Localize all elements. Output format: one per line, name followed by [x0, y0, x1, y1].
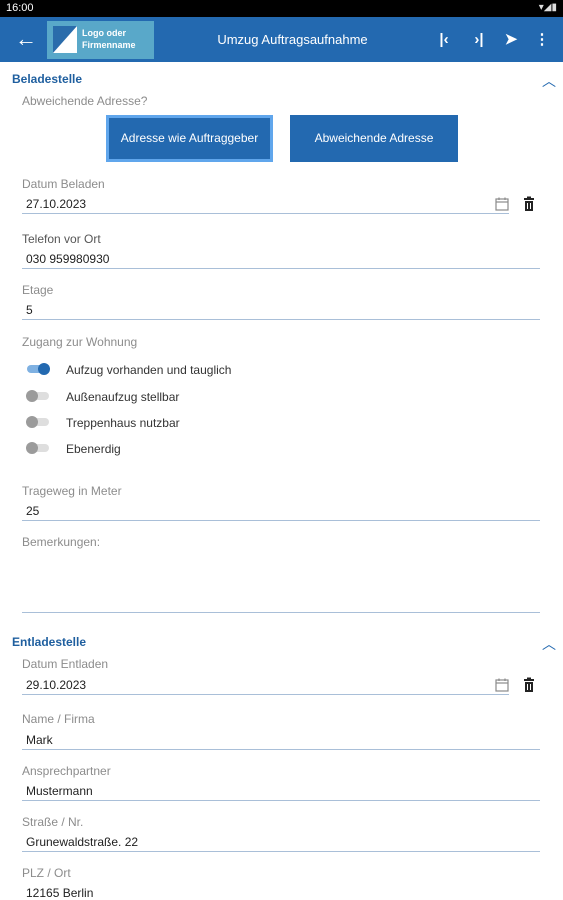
trash-icon[interactable] — [521, 677, 537, 693]
toggle-aufzug[interactable] — [26, 363, 50, 375]
ansprechpartner-underline — [22, 800, 540, 801]
more-menu-button[interactable]: ⋮ — [529, 26, 555, 54]
address-as-client-button[interactable]: Adresse wie Auftraggeber — [106, 115, 273, 162]
calendar-icon[interactable] — [494, 677, 510, 693]
datum-beladen-field[interactable]: 27.10.2023 — [26, 197, 86, 211]
first-record-button[interactable]: |‹ — [431, 26, 457, 54]
calendar-icon[interactable] — [494, 196, 510, 212]
trash-icon[interactable] — [521, 196, 537, 212]
datum-entladen-underline — [22, 694, 509, 695]
plz-ort-label: PLZ / Ort — [22, 866, 71, 880]
etage-label: Etage — [22, 283, 54, 297]
company-logo: Logo oder Firmenname — [47, 21, 154, 59]
last-icon: ›| — [474, 31, 484, 48]
trageweg-label: Trageweg in Meter — [22, 484, 122, 498]
bemerkungen-label: Bemerkungen: — [22, 535, 101, 549]
last-record-button[interactable]: ›| — [466, 26, 492, 54]
abweichende-adresse-label: Abweichende Adresse? — [22, 94, 148, 108]
strasse-underline — [22, 851, 540, 852]
app-bar: ← Logo oder Firmenname Umzug Auftragsauf… — [0, 17, 563, 62]
ansprechpartner-label: Ansprechpartner — [22, 764, 111, 778]
datum-entladen-field[interactable]: 29.10.2023 — [26, 678, 86, 692]
status-icons: ▾◢▮ — [538, 2, 557, 13]
telefon-underline — [22, 268, 540, 269]
datum-beladen-label: Datum Beladen — [22, 177, 105, 191]
telefon-label: Telefon vor Ort — [22, 232, 101, 246]
toggle-ebenerdig[interactable] — [26, 442, 50, 454]
status-bar: 16:00 ▾◢▮ — [0, 0, 563, 17]
send-icon: ➤ — [504, 31, 518, 48]
trageweg-field[interactable]: 25 — [26, 504, 39, 518]
strasse-label: Straße / Nr. — [22, 815, 84, 829]
toggle-ebenerdig-label: Ebenerdig — [66, 442, 121, 456]
datum-entladen-label: Datum Entladen — [22, 657, 109, 671]
telefon-field[interactable]: 030 959980930 — [26, 252, 109, 266]
logo-mark-icon — [53, 26, 77, 53]
plz-ort-field[interactable]: 12165 Berlin — [26, 886, 93, 900]
different-address-button[interactable]: Abweichende Adresse — [290, 115, 458, 162]
arrow-left-icon: ← — [15, 26, 37, 51]
toggle-aussenaufzug-label: Außenaufzug stellbar — [66, 390, 180, 404]
app-title: Umzug Auftragsaufnahme — [217, 32, 368, 47]
chevron-up-icon[interactable]: ︿ — [539, 634, 559, 652]
back-button[interactable]: ← — [12, 26, 40, 54]
toggle-treppenhaus-label: Treppenhaus nutzbar — [66, 416, 180, 430]
datum-beladen-underline — [22, 213, 509, 214]
first-icon: |‹ — [439, 31, 449, 48]
etage-field[interactable]: 5 — [26, 303, 33, 317]
chevron-up-icon[interactable]: ︿ — [539, 71, 559, 89]
logo-text: Logo oder Firmenname — [82, 28, 136, 50]
section-title-beladestelle: Beladestelle — [12, 72, 83, 86]
section-title-entladestelle: Entladestelle — [12, 635, 87, 649]
name-firma-field[interactable]: Mark — [26, 733, 53, 747]
toggle-aufzug-label: Aufzug vorhanden und tauglich — [66, 363, 232, 377]
bemerkungen-underline — [22, 612, 540, 613]
toggle-aussenaufzug[interactable] — [26, 390, 50, 402]
ansprechpartner-field[interactable]: Mustermann — [26, 784, 93, 798]
toggle-treppenhaus[interactable] — [26, 416, 50, 428]
name-firma-underline — [22, 749, 540, 750]
send-button[interactable]: ➤ — [498, 26, 524, 54]
zugang-label: Zugang zur Wohnung — [22, 335, 138, 349]
name-firma-label: Name / Firma — [22, 712, 95, 726]
status-time: 16:00 — [6, 2, 34, 14]
etage-underline — [22, 319, 540, 320]
more-icon: ⋮ — [534, 31, 550, 48]
trageweg-underline — [22, 520, 540, 521]
strasse-field[interactable]: Grunewaldstraße. 22 — [26, 835, 138, 849]
